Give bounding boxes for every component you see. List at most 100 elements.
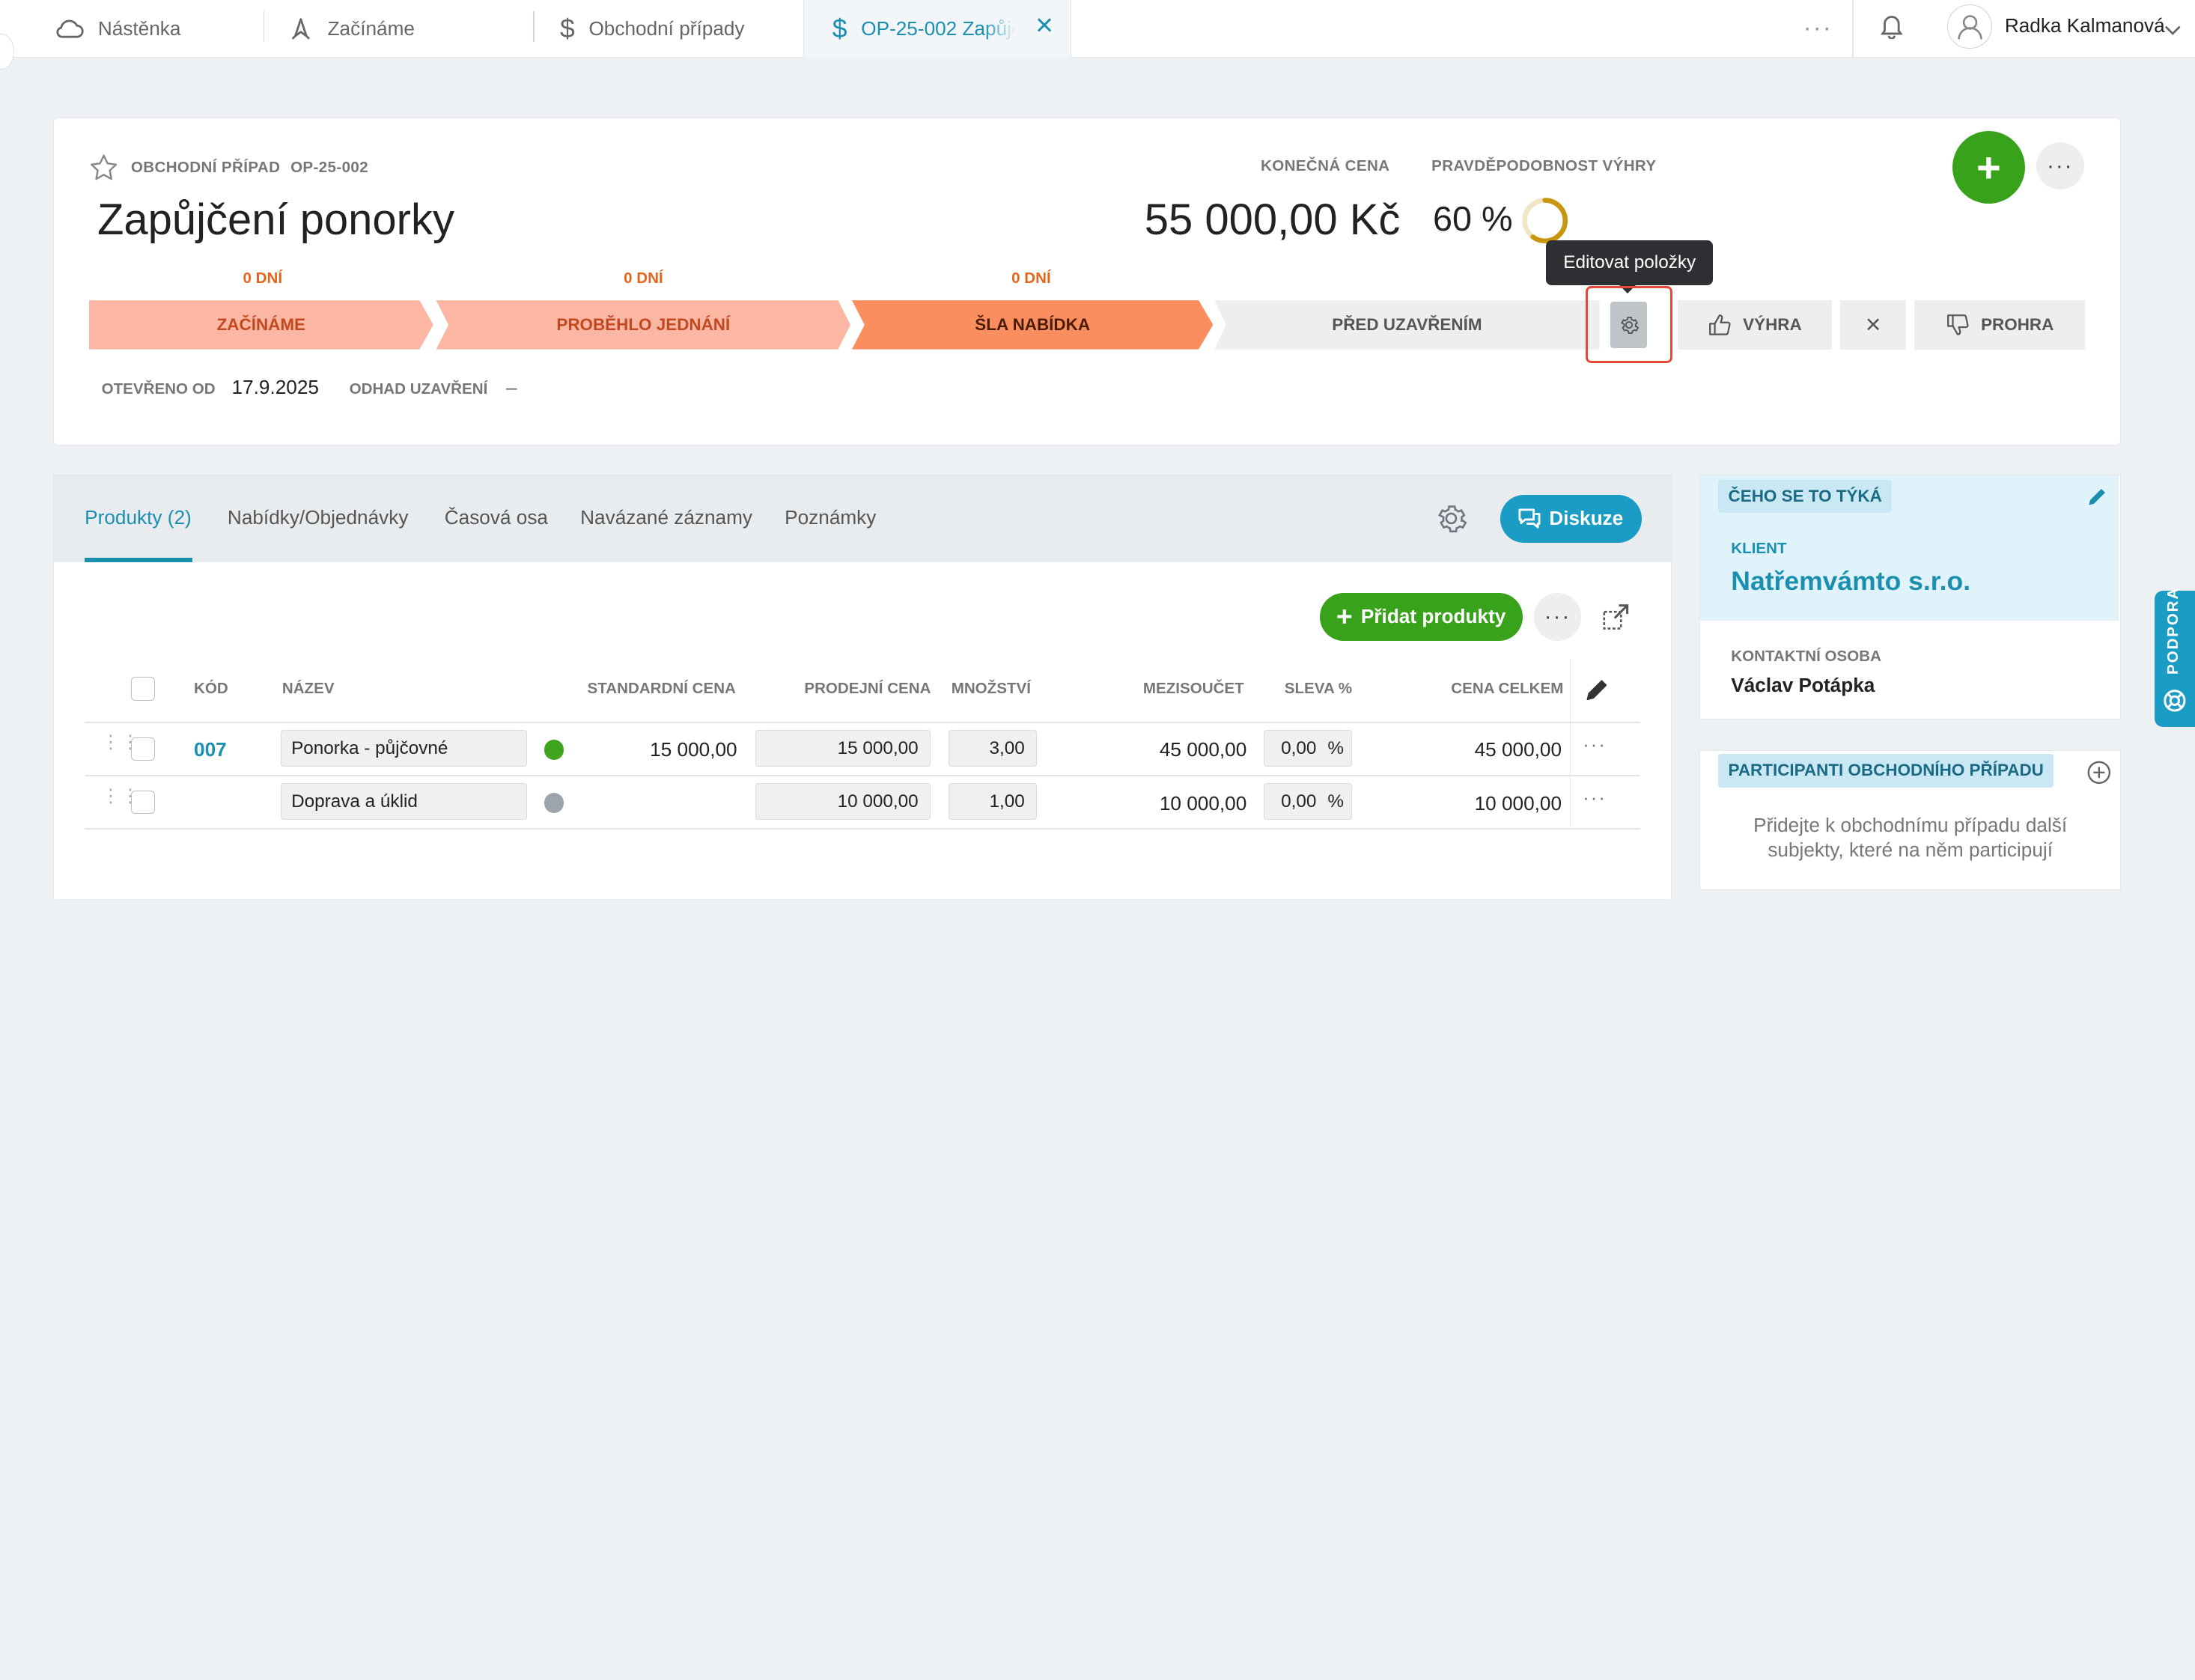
stage-pred-uzavrenim[interactable]: PŘED UZAVŘENÍM	[1214, 300, 1600, 350]
product-name-input[interactable]: Ponorka - půjčovné	[280, 730, 528, 767]
win-button[interactable]: VÝHRA	[1678, 300, 1832, 350]
product-code[interactable]: 007	[194, 738, 227, 761]
sell-price-input[interactable]: 10 000,00	[755, 783, 931, 820]
user-name[interactable]: Radka Kalmanová	[2005, 14, 2165, 37]
stage-label: PŘED UZAVŘENÍM	[1332, 314, 1482, 334]
tab-label: Nástěnka	[97, 16, 181, 40]
about-badge: ČEHO SE TO TÝKÁ	[1718, 479, 1892, 514]
add-button[interactable]: +	[1952, 130, 2025, 204]
edit-items-button[interactable]	[1610, 302, 1648, 348]
select-all-checkbox[interactable]	[130, 677, 155, 701]
standard-price: 15 000,00	[650, 738, 737, 761]
status-dot	[544, 793, 564, 813]
gear-icon	[1620, 317, 1640, 334]
divider	[85, 775, 1640, 776]
win-probability-label: PRAVDĚPODOBNOST VÝHRY	[1431, 157, 1657, 175]
loss-button[interactable]: PROHRA	[1914, 300, 2086, 350]
add-circle-icon[interactable]	[2086, 760, 2112, 791]
top-bar: Nástěnka Začínáme $ Obchodní případy $ O…	[0, 0, 2195, 70]
tab-obchodni-pripady[interactable]: $ Obchodní případy	[560, 0, 798, 58]
column-header[interactable]: SLEVA %	[1285, 680, 1352, 698]
gear-icon[interactable]	[1434, 502, 1468, 541]
participants-empty-text: Přidejte k obchodnímu případu další subj…	[1753, 813, 2068, 862]
deal-header-card: OBCHODNÍ PŘÍPAD OP-25-002 Zapůjčení pono…	[53, 118, 2122, 445]
stage-zaciname[interactable]: ZAČÍNÁME	[88, 300, 433, 350]
total-price: 45 000,00	[1474, 738, 1562, 761]
sell-price-input[interactable]: 15 000,00	[755, 730, 931, 767]
win-probability-ring	[1522, 198, 1568, 243]
opened-value: 17.9.2025	[231, 376, 319, 399]
tab-divider	[263, 10, 265, 43]
discount-input[interactable]: 0,00%	[1263, 783, 1352, 820]
product-name-input[interactable]: Doprava a úklid	[280, 783, 528, 820]
tab-nabidky[interactable]: Nabídky/Objednávky	[228, 506, 409, 529]
stage-days: 0 DNÍ	[1011, 270, 1051, 287]
final-price: 55 000,00 Kč	[1144, 195, 1401, 244]
stage-days: 0 DNÍ	[624, 270, 663, 287]
thumbs-up-icon	[1709, 314, 1731, 335]
discount-input[interactable]: 0,00%	[1263, 730, 1352, 767]
loss-label: PROHRA	[1981, 314, 2054, 334]
discussion-button[interactable]: Diskuze	[1500, 495, 1642, 543]
tab-navazane-zaznamy[interactable]: Navázané záznamy	[580, 506, 752, 529]
column-header[interactable]: PRODEJNÍ CENA	[804, 680, 931, 698]
tab-produkty[interactable]: Produkty (2)	[85, 506, 192, 529]
support-label: PODPORA	[2164, 587, 2182, 675]
stage-sla-nabidka[interactable]: ŠLA NABÍDKA	[851, 300, 1214, 350]
column-header[interactable]: STANDARDNÍ CENA	[588, 680, 736, 698]
more-options-button[interactable]: ···	[1533, 593, 1582, 641]
pencil-icon[interactable]	[2086, 485, 2109, 514]
subtotal: 10 000,00	[1159, 791, 1247, 815]
row-more-icon[interactable]: ···	[1583, 733, 1607, 756]
star-icon[interactable]	[89, 153, 118, 187]
contact-label: KONTAKTNÍ OSOBA	[1731, 647, 1881, 665]
estimate-value[interactable]: –	[506, 376, 517, 399]
dollar-icon: $	[560, 13, 575, 43]
more-options-button[interactable]: ···	[2036, 141, 2084, 190]
tab-zaciname[interactable]: Začínáme	[288, 0, 512, 58]
row-checkbox[interactable]	[130, 737, 155, 761]
tab-nastenka[interactable]: Nástěnka	[53, 0, 249, 58]
tab-poznamky[interactable]: Poznámky	[785, 506, 876, 529]
column-header[interactable]: MNOŽSTVÍ	[952, 680, 1031, 698]
discount-unit: %	[1327, 791, 1345, 812]
participants-panel: PARTICIPANTI OBCHODNÍHO PŘÍPADU Přidejte…	[1699, 750, 2122, 891]
quantity-input[interactable]: 1,00	[948, 783, 1037, 820]
stage-days: 0 DNÍ	[243, 270, 283, 287]
column-header[interactable]: NÁZEV	[282, 680, 335, 698]
add-products-button[interactable]: + Přidat produkty	[1319, 593, 1523, 641]
tab-label: Obchodní případy	[588, 16, 745, 40]
column-header[interactable]: CENA CELKEM	[1451, 680, 1563, 698]
more-tabs-icon[interactable]: ···	[1803, 14, 1833, 43]
page-title: Zapůjčení ponorky	[97, 195, 454, 244]
close-tab-icon[interactable]: ×	[1032, 10, 1057, 40]
close-deal-icon[interactable]: ×	[1840, 300, 1907, 350]
row-checkbox[interactable]	[130, 790, 155, 815]
bell-icon[interactable]	[1879, 11, 1905, 45]
avatar[interactable]	[1947, 4, 1992, 49]
client-name[interactable]: Natřemvámto s.r.o.	[1731, 566, 1970, 597]
expand-icon[interactable]	[1602, 603, 1630, 636]
tab-casova-osa[interactable]: Časová osa	[445, 506, 548, 529]
rocket-icon	[288, 16, 314, 42]
deal-code: OP-25-002	[290, 159, 369, 177]
tooltip: Editovat položky	[1546, 240, 1713, 293]
chevron-down-icon[interactable]	[2164, 16, 2181, 42]
thumbs-down-icon	[1947, 314, 1969, 335]
support-tab[interactable]: PODPORA	[2154, 587, 2195, 727]
divider	[85, 722, 1640, 723]
contact-name[interactable]: Václav Potápka	[1731, 674, 1875, 697]
sidebar-toggle[interactable]	[0, 33, 14, 70]
column-header[interactable]: KÓD	[194, 680, 228, 698]
add-products-label: Přidat produkty	[1360, 605, 1506, 628]
estimate-label: ODHAD UZAVŘENÍ	[349, 380, 488, 398]
stage-probehlo-jednani[interactable]: PROBĚHLO JEDNÁNÍ	[436, 300, 851, 350]
column-header[interactable]: MEZISOUČET	[1143, 680, 1244, 698]
quantity-input[interactable]: 3,00	[948, 730, 1037, 767]
discount-value: 0,00	[1281, 737, 1317, 758]
total-price: 10 000,00	[1474, 791, 1562, 815]
row-more-icon[interactable]: ···	[1583, 786, 1607, 809]
pencil-icon[interactable]	[1585, 677, 1610, 702]
tab-op-25-002[interactable]: $ OP-25-002 Zapůjčení ponorky	[803, 0, 1071, 58]
opened-label: OTEVŘENO OD	[101, 380, 216, 398]
